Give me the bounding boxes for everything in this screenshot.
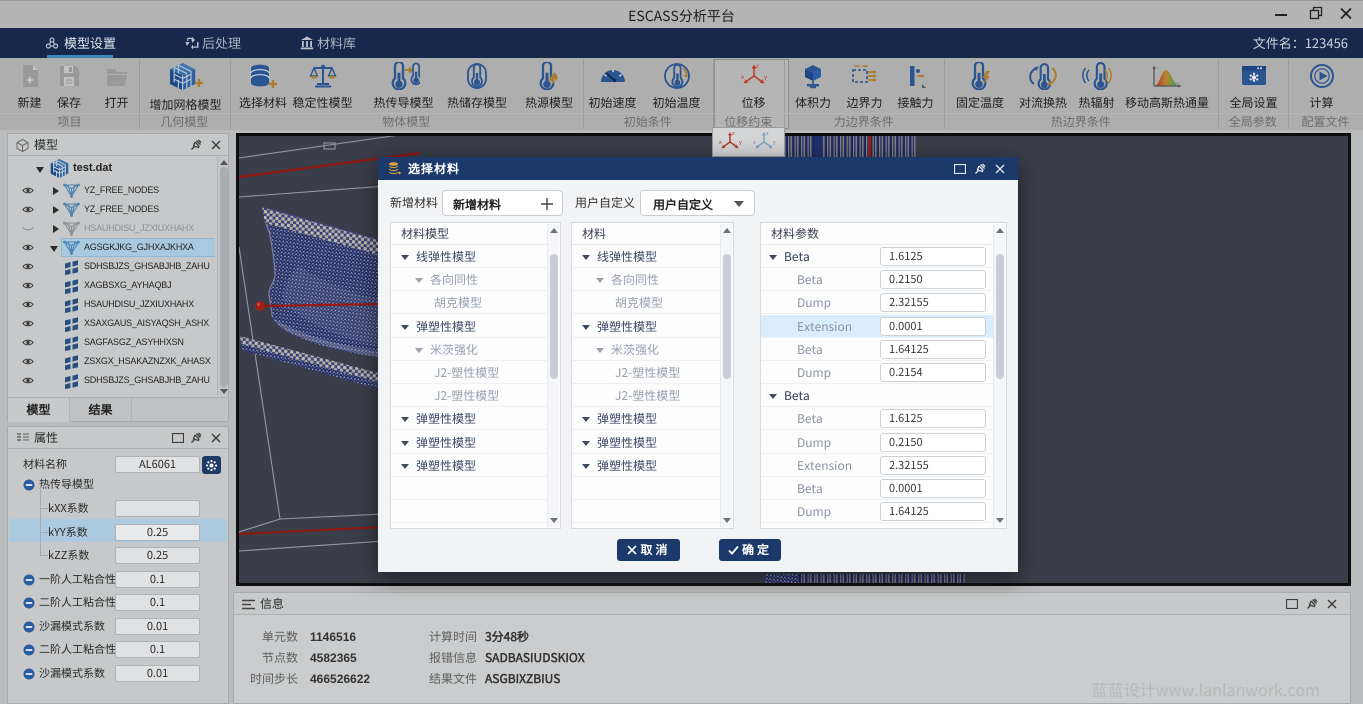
svg-text:y: y — [764, 72, 768, 81]
svg-text:z: z — [732, 131, 735, 137]
svg-text:x: x — [741, 72, 744, 81]
svg-text:y: y — [773, 140, 776, 146]
svg-text:x: x — [753, 140, 756, 146]
svg-text:x: x — [719, 140, 722, 146]
svg-text:z: z — [766, 131, 769, 137]
svg-text:y: y — [739, 140, 742, 146]
svg-text:z: z — [756, 62, 759, 70]
